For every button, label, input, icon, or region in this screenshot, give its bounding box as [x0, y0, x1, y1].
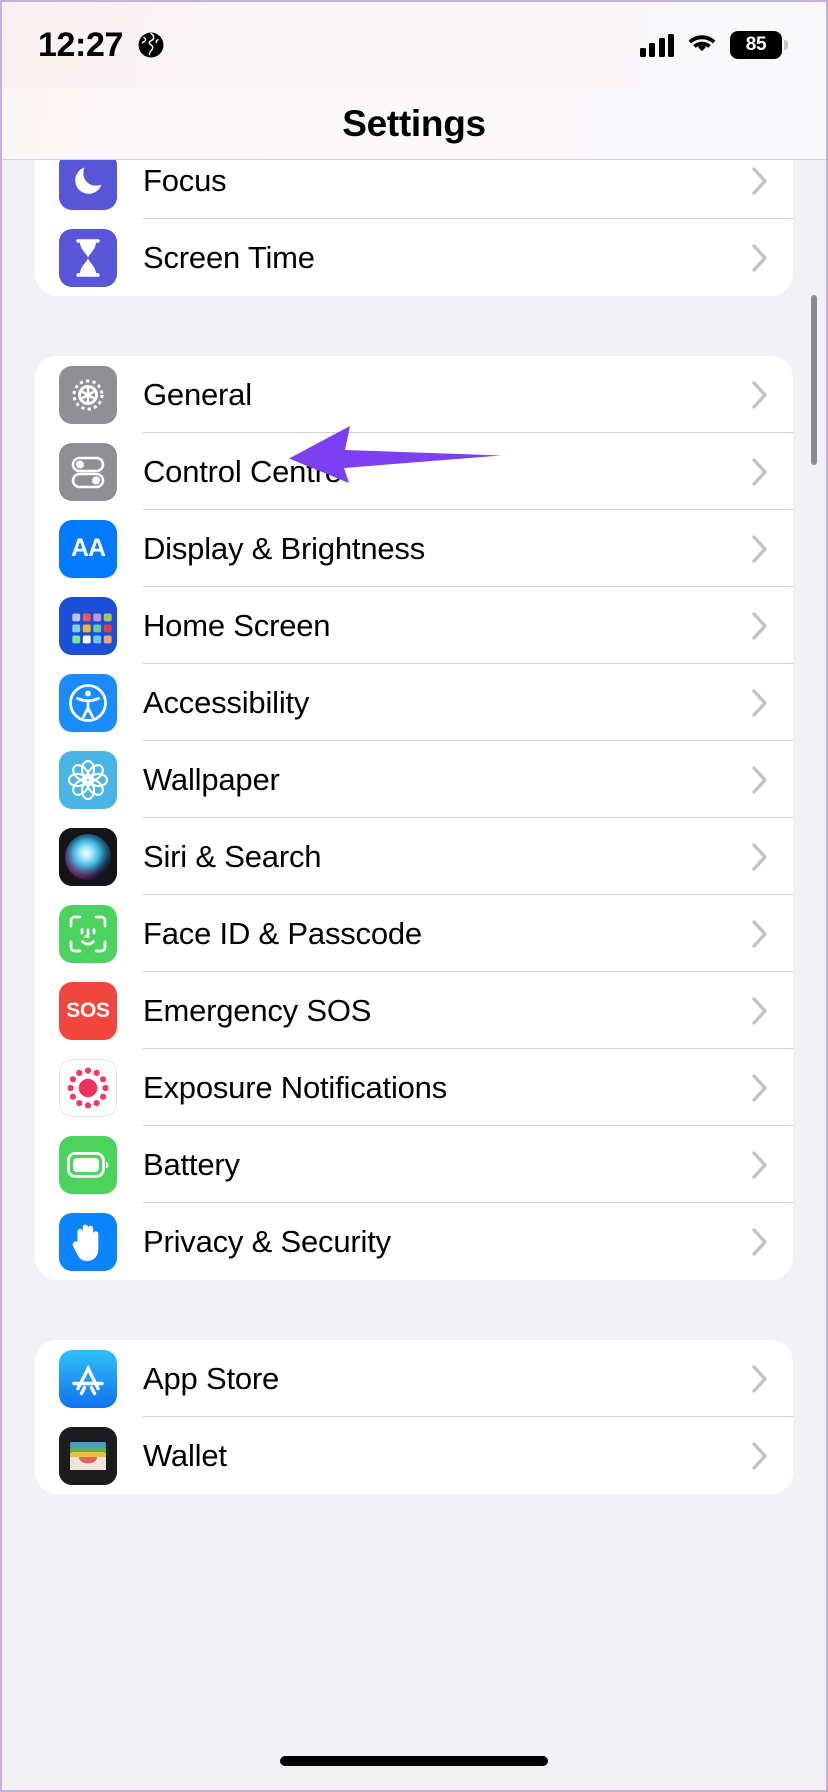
settings-row-face-id-passcode[interactable]: Face ID & Passcode — [35, 895, 793, 972]
settings-row-label: Control Centre — [143, 453, 342, 489]
settings-row-wallpaper[interactable]: Wallpaper — [35, 741, 793, 818]
chevron-right-icon — [751, 842, 769, 872]
vertical-scrollbar[interactable] — [811, 295, 817, 465]
chevron-right-icon — [751, 611, 769, 641]
settings-row-label: Accessibility — [143, 684, 310, 720]
siri-orb-icon — [59, 827, 117, 886]
settings-row-label: Face ID & Passcode — [143, 915, 422, 951]
settings-row-home-screen[interactable]: Home Screen — [35, 587, 793, 664]
chevron-right-icon — [751, 534, 769, 564]
chevron-right-icon — [751, 1073, 769, 1103]
settings-row-label: Battery — [143, 1146, 240, 1182]
iphone-settings-screen: 12:27 85 Settings Focus Screen Time Gene… — [2, 2, 826, 1790]
settings-row-label: Display & Brightness — [143, 530, 426, 566]
settings-row-label: Screen Time — [143, 239, 315, 275]
chevron-right-icon — [751, 166, 769, 196]
wifi-icon — [687, 34, 717, 57]
home-indicator-zone — [2, 1732, 826, 1790]
chevron-right-icon — [751, 1150, 769, 1180]
chevron-right-icon — [751, 1441, 769, 1471]
settings-row-accessibility[interactable]: Accessibility — [35, 664, 793, 741]
chevron-right-icon — [751, 919, 769, 949]
app-grid-icon — [59, 596, 117, 655]
chevron-right-icon — [751, 380, 769, 410]
focus-group: Focus Screen Time — [35, 160, 793, 296]
settings-row-control-centre[interactable]: Control Centre — [35, 433, 793, 510]
status-bar-right: 85 — [639, 31, 788, 59]
settings-scroll-view[interactable]: Focus Screen Time General Control Centre… — [2, 160, 826, 1732]
settings-row-siri-search[interactable]: Siri & Search — [35, 818, 793, 895]
chevron-right-icon — [751, 1364, 769, 1394]
app-store-icon — [59, 1349, 117, 1408]
battery-percentage: 85 — [745, 34, 767, 55]
chevron-right-icon — [751, 688, 769, 718]
settings-row-label: Siri & Search — [143, 838, 322, 874]
home-indicator[interactable] — [280, 1756, 548, 1766]
settings-row-battery[interactable]: Battery — [35, 1126, 793, 1203]
settings-row-privacy-security[interactable]: Privacy & Security — [35, 1203, 793, 1280]
chevron-right-icon — [751, 1227, 769, 1257]
moon-icon — [59, 160, 117, 210]
exposure-dots-icon — [59, 1058, 117, 1117]
chevron-right-icon — [751, 996, 769, 1026]
settings-row-label: Privacy & Security — [143, 1223, 391, 1259]
settings-row-label: Wallpaper — [143, 761, 280, 797]
system-group: General Control Centre AA Display & Brig… — [35, 356, 793, 1280]
page-title: Settings — [342, 102, 486, 144]
settings-row-screen-time[interactable]: Screen Time — [35, 219, 793, 296]
face-id-icon — [59, 904, 117, 963]
settings-row-label: General — [143, 376, 252, 412]
accessibility-icon — [59, 673, 117, 732]
settings-row-app-store[interactable]: App Store — [35, 1340, 793, 1417]
navigation-bar: Settings — [2, 88, 826, 160]
settings-row-emergency-sos[interactable]: SOS Emergency SOS — [35, 972, 793, 1049]
status-bar: 12:27 85 — [2, 2, 826, 88]
chevron-right-icon — [751, 457, 769, 487]
aa-text-icon: AA — [59, 519, 117, 578]
settings-row-label: Exposure Notifications — [143, 1069, 448, 1105]
settings-row-label: Focus — [143, 162, 227, 198]
battery-status-indicator: 85 — [730, 31, 788, 59]
settings-row-exposure-notifications[interactable]: Exposure Notifications — [35, 1049, 793, 1126]
battery-icon — [59, 1135, 117, 1194]
settings-row-general[interactable]: General — [35, 356, 793, 433]
globe-icon — [137, 31, 165, 59]
settings-row-wallet[interactable]: Wallet — [35, 1417, 793, 1494]
settings-row-label: Emergency SOS — [143, 992, 372, 1028]
wallet-icon — [59, 1426, 117, 1485]
hand-icon — [59, 1212, 117, 1271]
status-bar-clock: 12:27 — [38, 25, 123, 64]
sos-icon: SOS — [59, 981, 117, 1040]
store-group: App Store Wallet — [35, 1340, 793, 1494]
settings-row-focus[interactable]: Focus — [35, 160, 793, 219]
cellular-signal-icon — [639, 33, 674, 57]
status-bar-left: 12:27 — [38, 26, 165, 65]
settings-row-display-brightness[interactable]: AA Display & Brightness — [35, 510, 793, 587]
chevron-right-icon — [751, 243, 769, 273]
flower-icon — [59, 750, 117, 809]
chevron-right-icon — [751, 765, 769, 795]
hourglass-icon — [59, 228, 117, 287]
toggles-icon — [59, 442, 117, 501]
settings-row-label: Home Screen — [143, 607, 331, 643]
settings-row-label: App Store — [143, 1360, 280, 1396]
gear-icon — [59, 365, 117, 424]
settings-row-label: Wallet — [143, 1437, 227, 1473]
